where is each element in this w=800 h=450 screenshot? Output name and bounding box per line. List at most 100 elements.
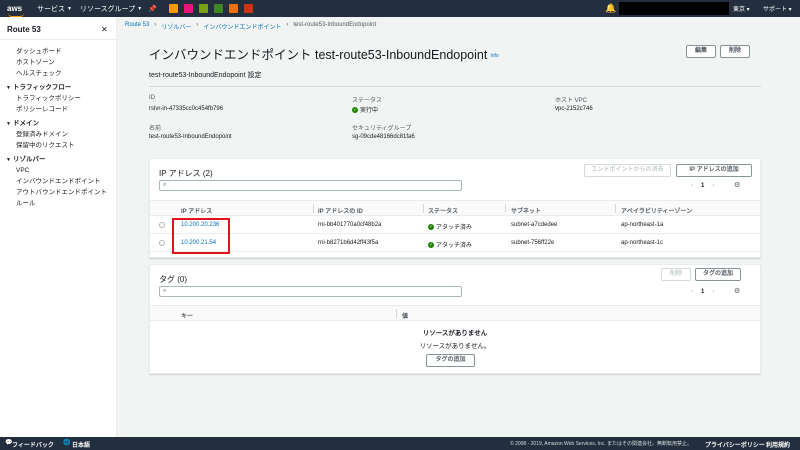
service-shortcut-icon[interactable]: [243, 4, 253, 13]
globe-icon: 🌐: [63, 440, 71, 446]
previous-page-icon[interactable]: ‹: [691, 183, 693, 189]
ip-table-header: IP アドレス IP アドレスの ID ステータス サブネット アベイラビリティ…: [150, 200, 760, 216]
column-header-value[interactable]: 値: [402, 311, 408, 320]
sidebar-item-inbound-endpoints[interactable]: インバウンドエンドポイント: [0, 176, 117, 187]
aws-logo[interactable]: aws: [7, 4, 29, 17]
services-label: サービス: [37, 5, 65, 13]
edit-button[interactable]: 編集: [686, 45, 716, 58]
pin-icon[interactable]: 📌: [148, 5, 157, 13]
feedback-link[interactable]: フィードバック: [12, 440, 54, 449]
empty-state-title: リソースがありません: [422, 330, 488, 337]
security-group-label: セキュリティグループ: [352, 126, 412, 132]
status-cell: ✓ アタッチ済み: [428, 240, 472, 249]
next-page-icon[interactable]: ›: [712, 183, 714, 189]
support-menu[interactable]: サポート ▾: [763, 4, 792, 13]
resource-groups-label: リソースグループ: [79, 5, 136, 13]
ip-panel-title: IP アドレス (2): [159, 169, 213, 178]
sidebar-item-dashboard[interactable]: ダッシュボード: [0, 46, 117, 57]
sidebar-item-hosted-zones[interactable]: ホストゾーン: [0, 57, 117, 68]
account-menu[interactable]: [619, 2, 729, 15]
chevron-right-icon: ›: [196, 22, 199, 28]
close-icon[interactable]: ✕: [101, 25, 108, 34]
service-shortcut-icon[interactable]: [198, 4, 208, 13]
add-tag-empty-button[interactable]: タグの追加: [426, 354, 475, 367]
breadcrumb-route53[interactable]: Route 53: [125, 22, 149, 31]
az-cell: ap-northeast-1a: [621, 222, 664, 228]
page-title-text: インバウンドエンドポイント test-route53-InboundEndopo…: [149, 48, 488, 62]
id-value: rslvr-in-47335cc0c454fb796: [149, 106, 224, 112]
sidebar: Route 53 ✕ ダッシュボード ホストゾーン ヘルスチェック ▼ トラフィッ…: [0, 17, 117, 437]
column-header-ip[interactable]: IP アドレス: [181, 206, 212, 215]
search-icon: ⌕: [163, 182, 167, 188]
region-label: 東京: [733, 7, 746, 13]
section-label: ドメイン: [12, 120, 39, 127]
breadcrumb-inbound-endpoints[interactable]: インバウンドエンドポイント: [203, 22, 281, 31]
table-row[interactable]: 10.200.21.54 rni-b8271b6d42ff43f5a ✓ アタッチ…: [150, 235, 760, 252]
next-page-icon[interactable]: ›: [712, 289, 714, 295]
language-selector[interactable]: 日本語: [72, 440, 90, 449]
sidebar-section-traffic-flow[interactable]: ▼ トラフィックフロー: [0, 82, 117, 93]
add-ip-address-button[interactable]: IP アドレスの追加: [676, 164, 752, 177]
breadcrumb: Route 53 › リゾルバー › インバウンドエンドポイント › test-…: [125, 22, 376, 31]
info-link[interactable]: Info: [490, 53, 498, 59]
sidebar-item-pending-requests[interactable]: 保留中のリクエスト: [0, 140, 117, 151]
top-navigation-bar: aws サービス ▼ リソースグループ ▼ 📌 🔔 東京 ▾ サポート ▾: [0, 0, 800, 17]
az-cell: ap-northeast-1c: [621, 240, 664, 246]
chevron-right-icon: ›: [154, 22, 157, 28]
sidebar-item-health-checks[interactable]: ヘルスチェック: [0, 68, 117, 79]
tag-pagination: ‹ 1 ›: [691, 289, 714, 295]
service-shortcut-icon[interactable]: [213, 4, 223, 13]
status-text: アタッチ済み: [436, 243, 473, 249]
check-circle-icon: ✓: [428, 242, 434, 249]
sidebar-section-resolver[interactable]: ▼ リゾルバー: [0, 154, 117, 165]
sidebar-item-vpc[interactable]: VPC: [0, 165, 117, 176]
row-radio[interactable]: [159, 222, 165, 228]
sidebar-item-traffic-policies[interactable]: トラフィックポリシー: [0, 93, 117, 104]
previous-page-icon[interactable]: ‹: [691, 289, 693, 295]
tag-search-input[interactable]: ⌕: [159, 286, 462, 297]
gear-icon[interactable]: ⚙: [734, 181, 740, 189]
column-header-ip-id[interactable]: IP アドレスの ID: [318, 206, 363, 215]
column-header-status[interactable]: ステータス: [428, 206, 458, 215]
gear-icon[interactable]: ⚙: [734, 287, 740, 295]
ip-addresses-panel: IP アドレス (2) エンドポイントからの消去 IP アドレスの追加 ⌕ ‹ …: [149, 158, 761, 258]
sidebar-item-outbound-endpoints[interactable]: アウトバウンドエンドポイント: [0, 187, 117, 198]
delete-button[interactable]: 削除: [720, 45, 750, 58]
table-row[interactable]: 10.200.20.236 rni-bb401770a0cf48b2a ✓ アタッ…: [150, 217, 760, 234]
status-text: アタッチ済み: [436, 225, 473, 231]
page-title: インバウンドエンドポイント test-route53-InboundEndopo…: [149, 44, 499, 63]
sidebar-item-policy-records[interactable]: ポリシーレコード: [0, 104, 117, 115]
services-menu[interactable]: サービス ▼: [37, 4, 72, 14]
privacy-policy-link[interactable]: プライバシーポリシー: [705, 440, 765, 449]
sidebar-section-domains[interactable]: ▼ ドメイン: [0, 118, 117, 129]
check-circle-icon: ✓: [352, 107, 358, 114]
region-selector[interactable]: 東京 ▾: [733, 4, 750, 13]
current-page[interactable]: 1: [701, 289, 704, 295]
current-page[interactable]: 1: [701, 183, 704, 189]
sidebar-item-rules[interactable]: ルール: [0, 198, 117, 209]
service-shortcut-icon[interactable]: [168, 4, 178, 13]
breadcrumb-resolver[interactable]: リゾルバー: [161, 22, 191, 31]
caret-down-icon: ▼: [6, 121, 11, 127]
settings-heading: test-route53-InboundEndopoint 設定: [149, 72, 262, 79]
service-shortcut-icon[interactable]: [183, 4, 193, 13]
column-header-key[interactable]: キー: [181, 311, 193, 320]
ip-search-input[interactable]: ⌕: [159, 180, 462, 191]
column-separator: [313, 204, 314, 213]
delete-tag-button[interactable]: 削除: [661, 268, 691, 281]
column-separator: [423, 204, 424, 213]
terms-link[interactable]: 利用規約: [766, 440, 790, 449]
sidebar-item-registered-domains[interactable]: 登録済みドメイン: [0, 129, 117, 140]
add-tag-button[interactable]: タグの追加: [695, 268, 741, 281]
column-header-az[interactable]: アベイラビリティーゾーン: [621, 206, 692, 215]
remove-from-endpoint-button[interactable]: エンドポイントからの消去: [584, 164, 671, 177]
column-separator: [615, 204, 616, 213]
subnet-cell: subnet-756ff22e: [511, 240, 555, 246]
ip-id-cell: rni-bb401770a0cf48b2a: [318, 222, 382, 228]
service-shortcut-icon[interactable]: [228, 4, 238, 13]
column-header-subnet[interactable]: サブネット: [511, 206, 541, 215]
bell-icon[interactable]: 🔔: [605, 3, 616, 14]
row-radio[interactable]: [159, 240, 165, 246]
tags-panel: タグ (0) 削除 タグの追加 ⌕ ‹ 1 › ⚙ キー 値 リソースがありませ…: [149, 264, 761, 374]
resource-groups-menu[interactable]: リソースグループ ▼: [80, 4, 142, 14]
